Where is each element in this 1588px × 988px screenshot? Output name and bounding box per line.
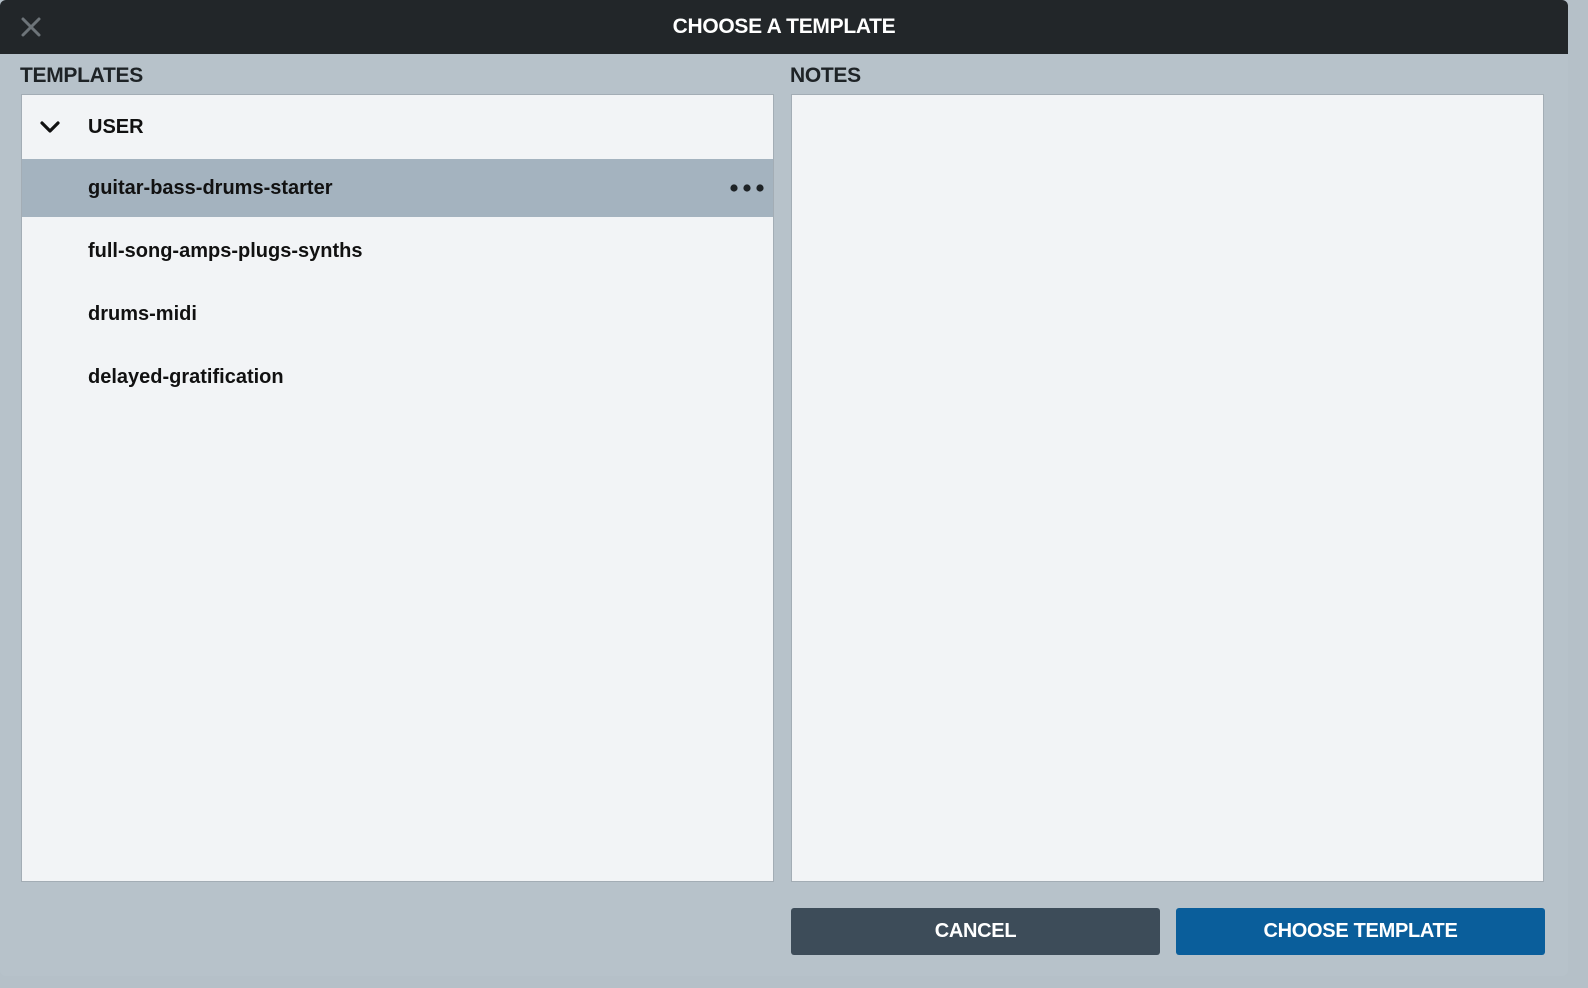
close-button[interactable] bbox=[16, 12, 46, 42]
cancel-button[interactable]: CANCEL bbox=[791, 908, 1160, 955]
templates-list-panel: USER guitar-bass-drums-starter full-song… bbox=[21, 94, 774, 882]
template-name: guitar-bass-drums-starter bbox=[88, 177, 333, 199]
chevron-down-icon bbox=[40, 121, 60, 133]
template-name: drums-midi bbox=[88, 303, 197, 325]
dialog-titlebar: CHOOSE A TEMPLATE bbox=[0, 0, 1568, 54]
template-list: guitar-bass-drums-starter full-song-amps… bbox=[22, 159, 773, 411]
dialog-title: CHOOSE A TEMPLATE bbox=[672, 15, 896, 38]
more-options-button[interactable] bbox=[729, 178, 765, 198]
window-bottom-edge bbox=[0, 976, 1588, 988]
template-item[interactable]: delayed-gratification bbox=[22, 348, 773, 406]
choose-template-dialog: CHOOSE A TEMPLATE TEMPLATES NOTES USER g… bbox=[0, 0, 1568, 976]
more-horizontal-icon bbox=[730, 184, 764, 192]
close-icon bbox=[21, 17, 41, 37]
templates-label: TEMPLATES bbox=[20, 64, 143, 87]
template-name: delayed-gratification bbox=[88, 366, 284, 388]
choose-template-button[interactable]: CHOOSE TEMPLATE bbox=[1176, 908, 1545, 955]
window-edge bbox=[1568, 0, 1588, 988]
template-item[interactable]: guitar-bass-drums-starter bbox=[22, 159, 773, 217]
template-name: full-song-amps-plugs-synths bbox=[88, 240, 363, 262]
group-header-user[interactable]: USER bbox=[22, 95, 773, 159]
group-label: USER bbox=[88, 116, 144, 138]
template-item[interactable]: full-song-amps-plugs-synths bbox=[22, 222, 773, 280]
notes-label: NOTES bbox=[790, 64, 861, 87]
notes-panel bbox=[791, 94, 1544, 882]
template-item[interactable]: drums-midi bbox=[22, 285, 773, 343]
